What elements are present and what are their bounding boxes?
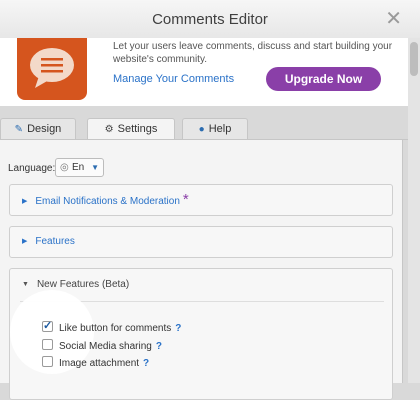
chevron-down-icon: ▼ — [91, 163, 99, 172]
tab-settings-label: Settings — [117, 123, 158, 135]
image-attachment-checkbox[interactable] — [42, 356, 53, 367]
tab-settings[interactable]: ⚙ Settings — [87, 118, 175, 141]
tab-help-label: Help — [208, 123, 232, 135]
manage-comments-link[interactable]: Manage Your Comments — [113, 73, 234, 85]
upgrade-now-button[interactable]: Upgrade Now — [266, 67, 381, 91]
like-button-checkbox[interactable] — [42, 319, 53, 332]
help-icon[interactable]: ? — [175, 323, 181, 334]
tab-help[interactable]: ● Help — [182, 118, 248, 140]
social-sharing-label: Social Media sharing — [59, 341, 152, 352]
tab-design-label: Design — [27, 123, 62, 135]
panel-email-notifications[interactable]: ▶ Email Notifications & Moderation * — [9, 184, 393, 216]
scrollbar-track[interactable] — [408, 38, 420, 383]
scrollbar-thumb[interactable] — [410, 42, 418, 76]
tab-design[interactable]: ✎ Design — [0, 118, 76, 140]
paint-brush-icon: ✎ — [14, 124, 24, 135]
globe-icon: ◎ — [60, 162, 69, 173]
option-like-button: Like button for comments? — [42, 319, 181, 334]
help-icon[interactable]: ? — [156, 341, 162, 352]
language-label: Language: — [8, 163, 56, 174]
panel-email-header[interactable]: ▶ Email Notifications & Moderation * — [22, 185, 189, 215]
help-icon[interactable]: ? — [143, 358, 149, 369]
option-image-attachment: Image attachment? — [42, 356, 149, 369]
promo-description: Let your users leave comments, discuss a… — [113, 41, 393, 65]
like-button-label: Like button for comments — [59, 323, 172, 334]
image-attachment-label: Image attachment — [59, 358, 140, 369]
language-select[interactable]: ◎ En ▼ — [55, 158, 104, 177]
user-icon: ● — [198, 124, 205, 135]
collapse-arrow-icon: ▼ — [22, 281, 29, 288]
gear-icon: ⚙ — [104, 124, 114, 135]
language-value: En — [72, 162, 85, 173]
speech-bubble-icon — [30, 48, 74, 88]
premium-star-icon: * — [182, 191, 189, 208]
social-sharing-checkbox[interactable] — [42, 339, 53, 350]
comments-app-icon — [17, 38, 87, 100]
panel-features-header[interactable]: ▶ Features — [22, 227, 75, 257]
close-icon[interactable]: ✕ — [385, 9, 402, 29]
panel-beta-label: New Features (Beta) — [36, 279, 130, 290]
panel-email-label: Email Notifications & Moderation — [35, 196, 180, 207]
expand-arrow-icon: ▶ — [22, 238, 28, 245]
dialog-header: Comments Editor ✕ — [0, 0, 420, 39]
option-social-sharing: Social Media sharing? — [42, 339, 162, 352]
expand-arrow-icon: ▶ — [22, 198, 28, 205]
dialog-title: Comments Editor — [152, 11, 268, 28]
panel-features-label: Features — [35, 236, 75, 247]
promo-section: Let your users leave comments, discuss a… — [0, 38, 408, 106]
panel-features[interactable]: ▶ Features — [9, 226, 393, 258]
